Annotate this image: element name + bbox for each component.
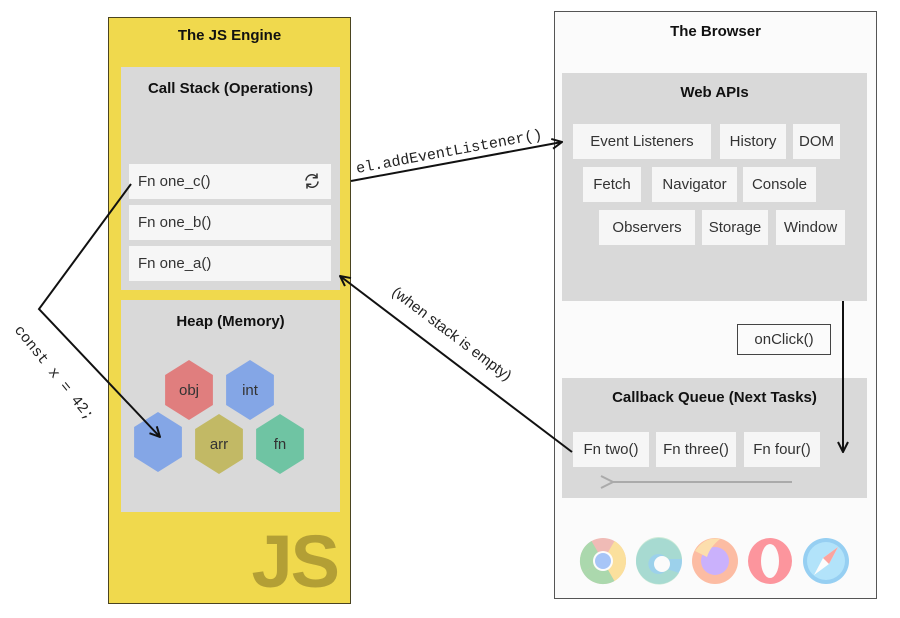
web-api-chip[interactable]: Console [743, 167, 816, 202]
web-api-chip[interactable]: Fetch [583, 167, 641, 202]
js-logo: JS [251, 520, 340, 603]
refresh-icon [303, 172, 321, 190]
web-apis-title: Web APIs [680, 84, 749, 101]
call-stack-item[interactable]: Fn one_b() [129, 205, 331, 240]
web-api-chip[interactable]: Storage [702, 210, 768, 245]
register-listener-label: el.addEventListener() [355, 127, 544, 178]
web-api-label: History [729, 133, 777, 150]
heap-title: Heap (Memory) [176, 313, 285, 330]
browser-title: The Browser [670, 23, 761, 40]
web-api-chip[interactable]: Event Listeners [573, 124, 711, 159]
callback-queue-item[interactable]: Fn four() [744, 432, 820, 467]
heap-alloc-label: const x = 42; [10, 322, 97, 424]
call-stack-title: Call Stack (Operations) [147, 80, 314, 97]
callback-label: Fn two() [583, 441, 639, 458]
web-api-label: Fetch [593, 176, 631, 193]
callback-queue-title: Callback Queue (Next Tasks) [612, 389, 817, 406]
web-api-chip[interactable]: DOM [793, 124, 840, 159]
web-api-label: Navigator [662, 176, 727, 193]
call-stack-item[interactable]: Fn one_a() [129, 246, 331, 281]
web-api-label: Console [751, 176, 808, 193]
web-api-label: Event Listeners [590, 133, 694, 150]
call-stack-item-label: Fn one_a() [138, 255, 212, 272]
callback-label: Fn three() [663, 441, 729, 458]
pending-callback[interactable]: onClick() [737, 324, 831, 355]
callback-label: Fn four() [753, 441, 811, 458]
call-stack-item-label: Fn one_b() [138, 214, 212, 231]
event-loop-label: (when stack is empty) [389, 284, 515, 385]
callback-queue-item[interactable]: Fn three() [656, 432, 736, 467]
web-api-chip[interactable]: History [720, 124, 786, 159]
call-stack-item-label: Fn one_c() [138, 173, 211, 190]
web-api-label: DOM [799, 133, 834, 150]
web-api-chip[interactable]: Observers [599, 210, 695, 245]
web-api-label: Window [783, 219, 838, 236]
register-listener-arrow [350, 142, 562, 182]
js-engine-title: The JS Engine [177, 27, 282, 44]
web-api-chip[interactable]: Navigator [652, 167, 737, 202]
heap-panel: Heap (Memory) [121, 300, 340, 512]
web-api-label: Observers [612, 219, 682, 236]
web-api-chip[interactable]: Window [776, 210, 845, 245]
callback-queue-item[interactable]: Fn two() [573, 432, 649, 467]
call-stack-item[interactable]: Fn one_c() [129, 164, 331, 199]
event-loop-arrow [340, 276, 573, 453]
web-api-label: Storage [708, 219, 762, 236]
